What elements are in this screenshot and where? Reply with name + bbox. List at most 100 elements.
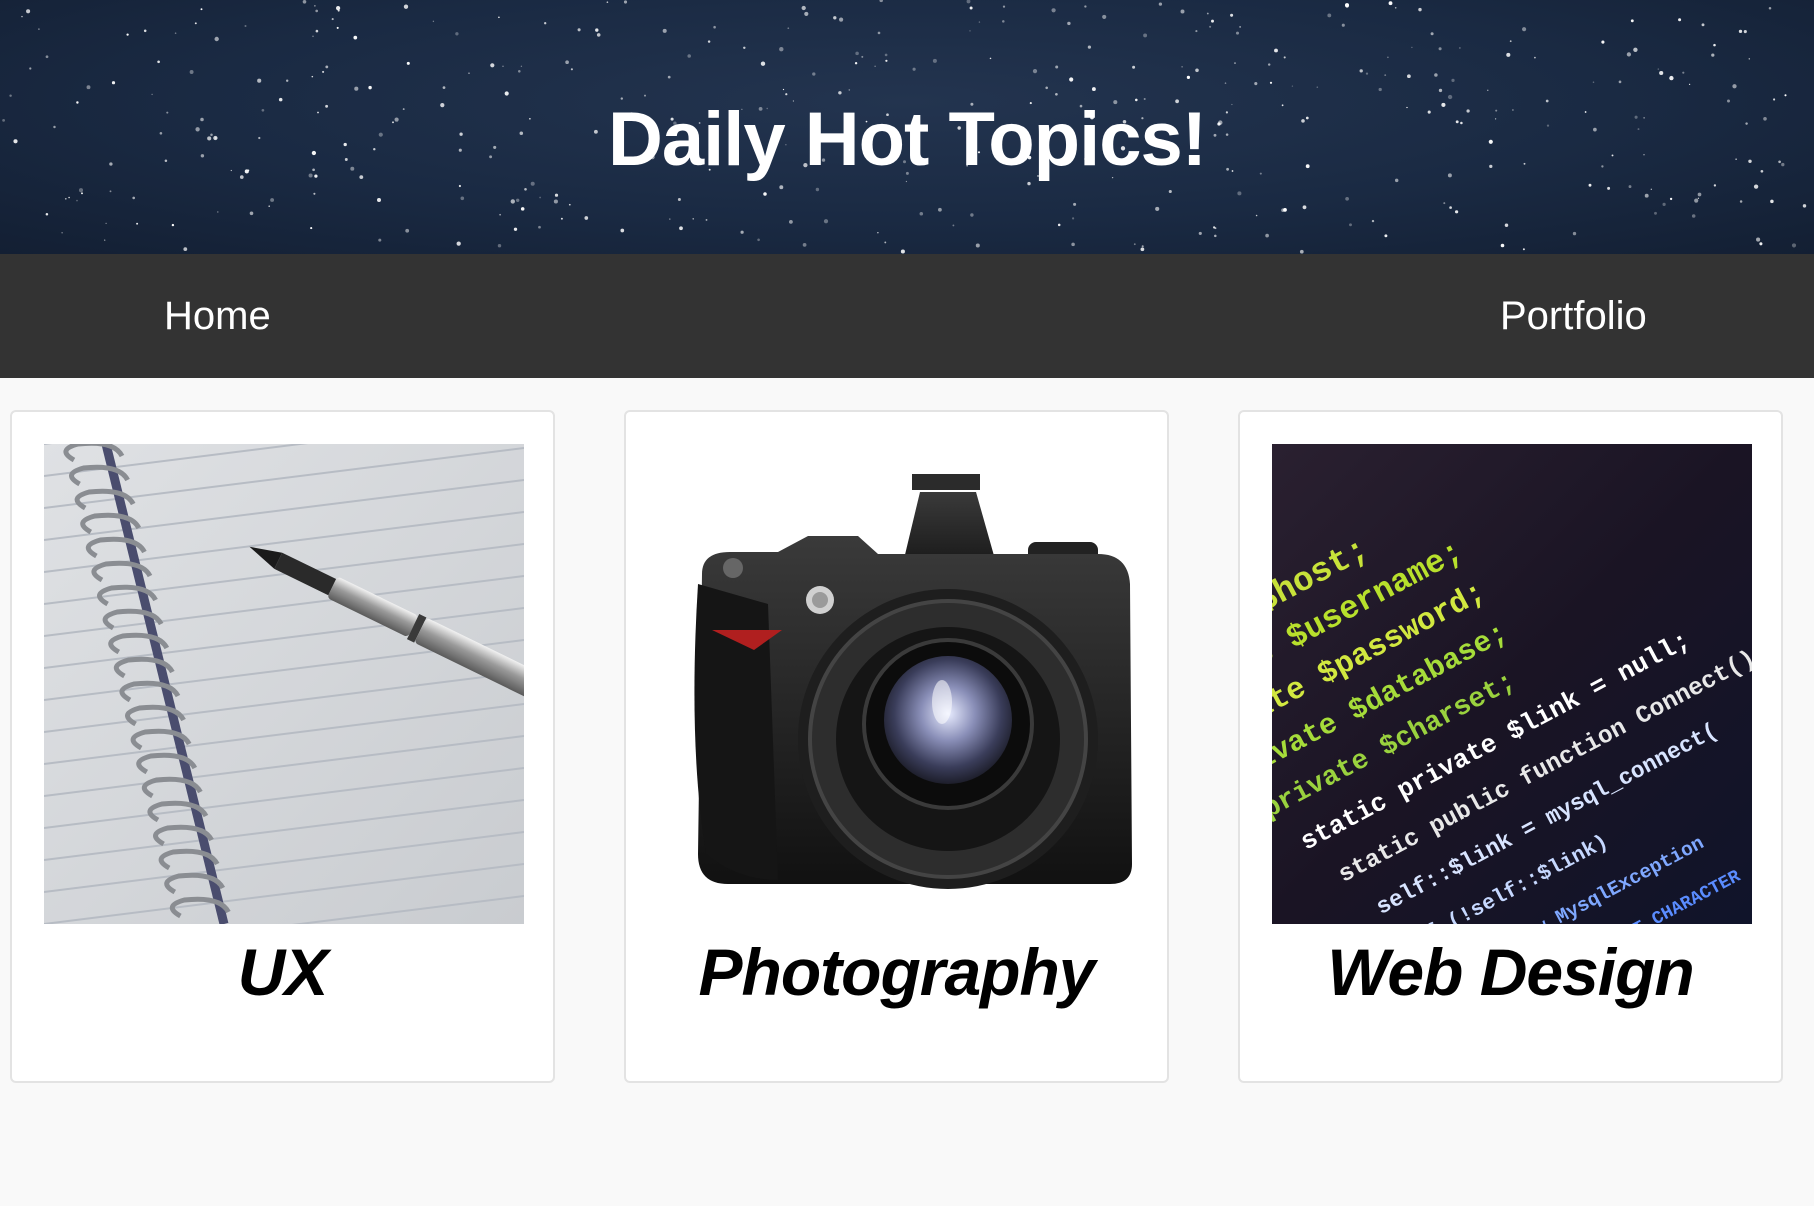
star	[1235, 31, 1240, 35]
star	[322, 70, 325, 73]
star	[1267, 63, 1271, 66]
star	[1756, 237, 1761, 242]
star	[68, 196, 70, 199]
star	[315, 29, 319, 33]
star	[606, 1, 609, 4]
star	[313, 192, 316, 195]
star	[854, 62, 858, 65]
star	[1102, 14, 1107, 19]
nav-home-link[interactable]: Home	[164, 254, 271, 378]
star	[499, 213, 501, 216]
star	[513, 227, 518, 231]
star	[78, 188, 84, 193]
star	[1155, 206, 1160, 211]
star	[1327, 13, 1332, 18]
star	[1206, 12, 1209, 15]
star	[679, 226, 683, 231]
star	[568, 203, 571, 206]
star	[1211, 19, 1214, 23]
star	[1316, 86, 1319, 88]
topic-card-web-design[interactable]: private $host;private $username;private …	[1238, 410, 1783, 1083]
star	[885, 59, 888, 62]
topic-card-ux[interactable]: UX	[10, 410, 555, 1083]
star	[804, 11, 809, 16]
star	[1180, 9, 1185, 14]
star	[969, 30, 971, 32]
star	[787, 27, 790, 30]
star	[286, 79, 289, 82]
star	[378, 238, 382, 242]
star	[538, 225, 541, 229]
star	[1055, 65, 1059, 69]
star	[1071, 242, 1075, 247]
star	[1002, 5, 1006, 8]
star	[1504, 223, 1509, 227]
star	[879, 0, 883, 3]
star	[1168, 189, 1172, 194]
star	[45, 55, 49, 59]
star	[524, 187, 527, 191]
star	[217, 211, 219, 213]
star	[912, 67, 916, 71]
star	[1132, 65, 1136, 69]
star	[136, 222, 139, 225]
star	[1662, 202, 1666, 206]
topic-card-photography[interactable]: Photography	[624, 410, 1169, 1083]
star	[544, 22, 547, 25]
star	[502, 65, 504, 68]
star	[861, 55, 864, 58]
nav-portfolio-link[interactable]: Portfolio	[1500, 254, 1647, 378]
star	[368, 85, 372, 90]
star	[1214, 227, 1217, 230]
star	[1443, 202, 1446, 205]
nav-bar: Home Portfolio	[0, 254, 1814, 378]
star	[336, 26, 339, 29]
star	[1387, 56, 1389, 59]
star	[1283, 208, 1287, 212]
star	[884, 241, 887, 244]
card-title-web-design: Web Design	[1327, 935, 1695, 1009]
star	[779, 47, 784, 52]
star	[692, 218, 694, 220]
star	[1688, 83, 1691, 86]
star	[554, 193, 559, 197]
star	[1002, 20, 1005, 23]
star	[518, 70, 521, 73]
star	[975, 243, 980, 248]
star	[1748, 58, 1751, 60]
star	[497, 243, 502, 248]
star	[516, 198, 520, 202]
star	[760, 61, 766, 66]
star	[312, 35, 314, 38]
star	[1659, 70, 1664, 76]
star	[1411, 46, 1413, 49]
star	[938, 207, 942, 212]
star	[1230, 13, 1234, 17]
star	[952, 224, 955, 227]
star	[565, 60, 569, 65]
star	[823, 219, 829, 224]
star	[510, 199, 515, 204]
star	[1291, 85, 1294, 87]
star	[1045, 86, 1048, 90]
star	[884, 53, 888, 57]
star	[377, 198, 381, 202]
star	[1506, 52, 1511, 57]
star	[1768, 6, 1772, 10]
star	[1265, 233, 1269, 238]
star	[1384, 74, 1387, 76]
star	[584, 216, 589, 220]
star	[1237, 191, 1242, 196]
star	[171, 223, 175, 227]
star	[1141, 245, 1144, 248]
star	[1534, 56, 1536, 59]
star	[1500, 243, 1505, 248]
star	[1072, 217, 1075, 220]
star	[669, 218, 671, 220]
header-banner: Daily Hot Topics!	[0, 0, 1814, 254]
star	[405, 228, 410, 233]
star	[1067, 21, 1071, 26]
star	[520, 207, 525, 211]
star	[1732, 84, 1737, 89]
star	[705, 218, 708, 221]
